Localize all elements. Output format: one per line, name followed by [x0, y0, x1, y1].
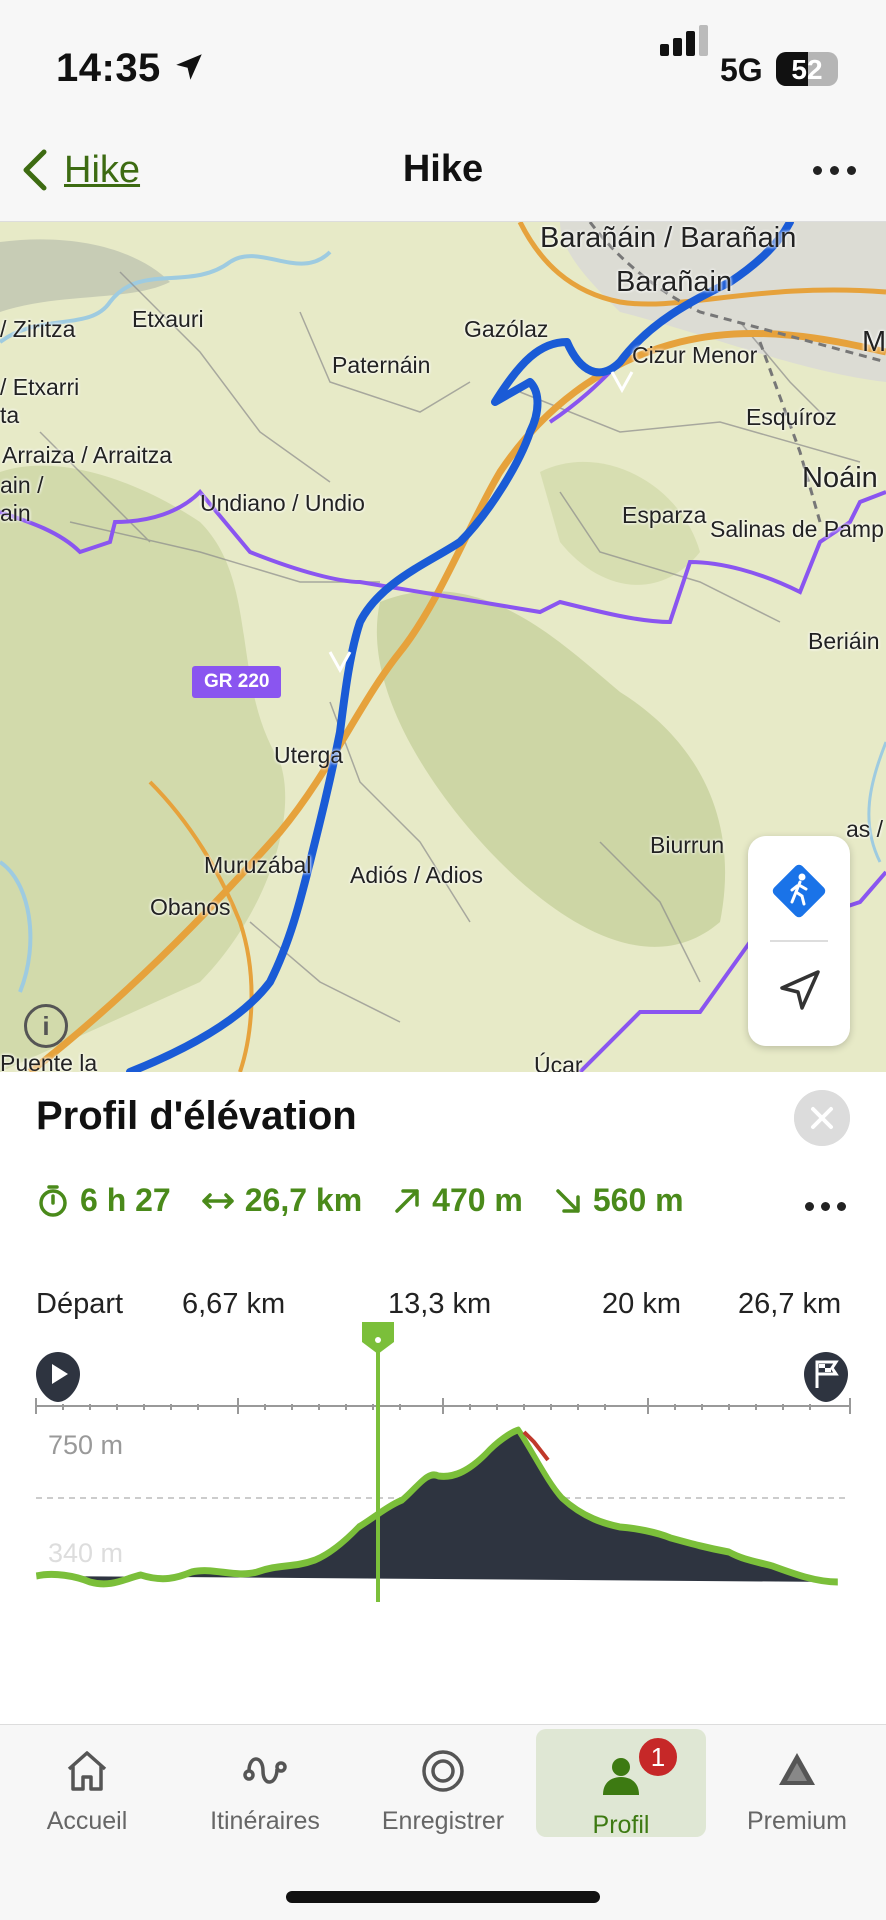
- distance-value: 26,7 km: [244, 1182, 363, 1218]
- network-type: 5G: [720, 52, 763, 88]
- map-label: Arraiza / Arraitza: [2, 442, 172, 468]
- info-icon[interactable]: i: [24, 1004, 68, 1048]
- record-icon: [422, 1750, 464, 1792]
- tab-label: Accueil: [46, 1807, 128, 1835]
- descent-value: 560 m: [592, 1182, 684, 1218]
- distance-stat: 26,7 km: [201, 1182, 362, 1219]
- map-label: Adiós / Adios: [350, 862, 483, 888]
- stats-more-icon[interactable]: [805, 1202, 846, 1211]
- start-flag-icon: [36, 1352, 80, 1402]
- map-label: Etxauri: [132, 306, 204, 332]
- map-label: Uterga: [274, 742, 344, 768]
- map-view[interactable]: Barañáin / Barañain Barañain Etxauri Gaz…: [0, 222, 886, 1072]
- premium-icon: [779, 1753, 815, 1785]
- tab-label: Premium: [746, 1807, 847, 1835]
- duration-stat: 6 h 27: [36, 1182, 171, 1219]
- elevation-label-low: 340 m: [48, 1538, 124, 1568]
- status-time: 14:35: [56, 46, 161, 90]
- battery-icon: 52: [776, 52, 838, 86]
- status-bar: 14:35 5G 52: [0, 0, 886, 120]
- map-label: Undiano / Undio: [200, 490, 365, 516]
- trail-badge: GR 220: [192, 666, 282, 698]
- map-label: Beriáin: [808, 628, 880, 654]
- map-label: Gazólaz: [464, 316, 549, 342]
- ascent-value: 470 m: [432, 1182, 523, 1218]
- stopwatch-icon: [39, 1184, 67, 1217]
- duration-value: 6 h 27: [80, 1182, 171, 1218]
- tab-premium[interactable]: Premium: [712, 1725, 882, 1837]
- tab-label: Enregistrer: [381, 1807, 505, 1835]
- notification-badge: 1: [636, 1735, 680, 1779]
- elevation-chart[interactable]: [0, 1242, 886, 1602]
- map-label: Biurrun: [650, 832, 725, 858]
- tab-bar: Accueil Itinéraires Enregistrer 1 Profil…: [0, 1724, 886, 1920]
- map-label: Esquíroz: [746, 404, 837, 430]
- map-label: Paternáin: [332, 352, 431, 378]
- more-options-icon[interactable]: [813, 166, 856, 175]
- descent-stat: 560 m: [553, 1182, 684, 1219]
- home-indicator: [286, 1891, 600, 1903]
- tab-label: Profil: [592, 1811, 650, 1839]
- map-label: ain /: [0, 472, 44, 498]
- map-label: Puente la: [0, 1050, 98, 1072]
- map-label: / Ziritza: [0, 316, 76, 342]
- tab-enregistrer[interactable]: Enregistrer: [358, 1725, 528, 1837]
- map-label: ain: [0, 500, 31, 526]
- map-label: Cizur Menor: [632, 342, 758, 368]
- panel-title: Profil d'élévation: [36, 1094, 357, 1138]
- map-label: ta: [0, 402, 20, 428]
- tab-profil[interactable]: 1 Profil: [536, 1729, 706, 1839]
- elevation-label-high: 750 m: [48, 1430, 124, 1460]
- controls-divider: [770, 940, 828, 942]
- horizontal-arrows-icon: [201, 1192, 234, 1209]
- navigation-bar: Hike Hike: [0, 120, 886, 222]
- map-label: M: [862, 326, 886, 358]
- tab-itineraires[interactable]: Itinéraires: [180, 1725, 350, 1837]
- map-label: Barañáin / Barañain: [540, 222, 797, 254]
- home-icon: [67, 1751, 107, 1791]
- stats-row: 6 h 27 26,7 km 470 m 560 m: [36, 1182, 714, 1219]
- arrow-down-right-icon: [556, 1188, 580, 1213]
- map-label: Úcar: [534, 1052, 583, 1072]
- route-icon: [243, 1757, 287, 1784]
- ascent-stat: 470 m: [392, 1182, 523, 1219]
- map-label: as /: [846, 816, 884, 842]
- tab-accueil[interactable]: Accueil: [2, 1725, 172, 1837]
- map-label: Esparza: [622, 502, 707, 528]
- arrow-up-right-icon: [395, 1188, 419, 1213]
- battery-level: 52: [791, 54, 823, 85]
- tab-label: Itinéraires: [210, 1807, 320, 1835]
- navigation-arrow-icon[interactable]: [776, 966, 824, 1014]
- page-title: Hike: [402, 148, 484, 190]
- elevation-panel: Profil d'élévation 6 h 27 26,7 km 470 m …: [0, 1072, 886, 1724]
- map-label: / Etxarri: [0, 374, 80, 400]
- map-controls: [748, 836, 850, 1046]
- map-label: Muruzábal: [204, 852, 312, 878]
- map-label: Noáin: [802, 462, 878, 494]
- location-arrow-icon: [176, 54, 202, 80]
- map-label: Barañain: [616, 266, 733, 298]
- close-button[interactable]: [794, 1090, 850, 1146]
- map-label: Obanos: [150, 894, 231, 920]
- hiker-icon[interactable]: [766, 858, 832, 924]
- map-label: Salinas de Pamp: [710, 516, 884, 542]
- finish-flag-icon: [804, 1352, 848, 1402]
